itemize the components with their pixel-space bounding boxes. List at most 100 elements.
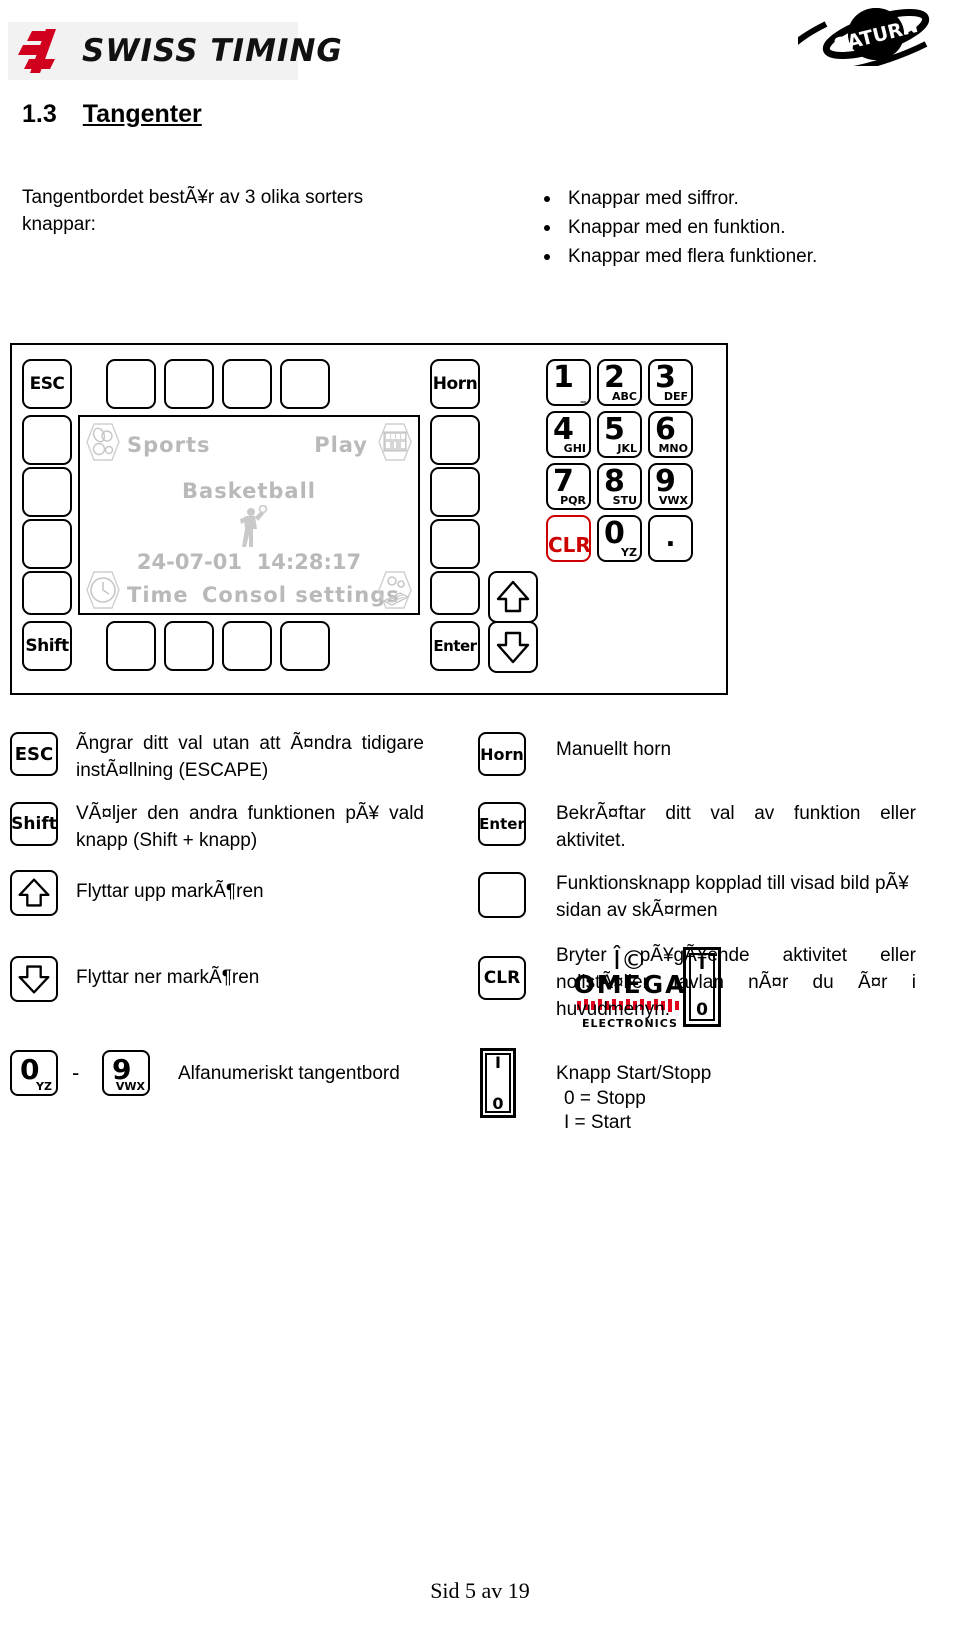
power-switch-icon-off: 0 xyxy=(492,1094,504,1113)
key-soft-right-2[interactable] xyxy=(430,467,480,517)
key-enter-icon[interactable]: Enter xyxy=(478,802,526,846)
lcd-date: 24-07-01 xyxy=(136,550,242,574)
legend-desc-enter: BekrÃ¤ftar ditt val av funktion eller ak… xyxy=(556,803,916,851)
lcd-time-value: 14:28:17 xyxy=(256,550,362,574)
key-num-2-sub: ABC xyxy=(612,390,637,403)
key-num-0-sub: YZ xyxy=(621,546,637,559)
key-num-0-icon[interactable]: 0 YZ xyxy=(10,1050,58,1096)
key-soft-top-2[interactable] xyxy=(164,359,214,409)
lcd-datetime: 24-07-01 14:28:17 xyxy=(80,550,418,574)
legend-desc-arrow-down: Flyttar ner markÃ¶ren xyxy=(76,967,260,988)
key-num-6[interactable]: 6 MNO xyxy=(648,411,693,458)
key-soft-top-3[interactable] xyxy=(222,359,272,409)
page-footer: Sid 5 av 19 xyxy=(430,1578,530,1603)
key-decimal-point-label: . xyxy=(665,523,676,553)
key-shift[interactable]: Shift xyxy=(22,621,72,671)
legend-desc-esc: Ãngrar ditt val utan att Ã¤ndra tidigare… xyxy=(76,733,424,781)
key-soft-left-2[interactable] xyxy=(22,467,72,517)
key-soft-left-1[interactable] xyxy=(22,415,72,465)
key-esc-icon[interactable]: ESC xyxy=(10,732,58,776)
legend-desc-alphanumeric: Alfanumeriskt tangentbord xyxy=(178,1063,400,1084)
key-num-3[interactable]: 3 DEF xyxy=(648,359,693,406)
key-num-2[interactable]: 2 ABC xyxy=(597,359,642,406)
key-num-1[interactable]: 1 _ xyxy=(546,359,591,406)
power-switch-icon[interactable]: I 0 xyxy=(480,1048,516,1118)
key-clr[interactable]: CLR xyxy=(546,515,591,562)
key-num-9-sub: VWX xyxy=(658,494,688,507)
section-heading: 1.3 Tangenter xyxy=(22,100,202,129)
intro-bullets: Knappar med siffror. Knappar med en funk… xyxy=(522,184,942,271)
key-shift-icon[interactable]: Shift xyxy=(10,802,58,846)
key-enter-icon-label: Enter xyxy=(479,815,525,833)
key-num-3-sub: DEF xyxy=(663,390,688,403)
section-title: Tangenter xyxy=(82,100,202,128)
key-num-8[interactable]: 8 STU xyxy=(597,463,642,510)
key-esc-label: ESC xyxy=(29,374,65,394)
document-page: SWISS TIMING SATURN 1.3 Tangenter Tangent… xyxy=(0,0,960,1626)
key-num-0[interactable]: 0 YZ xyxy=(597,515,642,562)
lcd-time-label: Time xyxy=(127,583,189,607)
key-num-7[interactable]: 7 PQR xyxy=(546,463,591,510)
key-soft-right-4[interactable] xyxy=(430,571,480,615)
sports-ball-icon xyxy=(86,423,120,461)
legend-desc-softkey: Funktionsknapp kopplad till visad bild p… xyxy=(556,873,909,921)
key-shift-label: Shift xyxy=(25,636,69,656)
key-arrow-up[interactable] xyxy=(488,571,538,623)
legend-desc-horn: Manuellt horn xyxy=(556,739,672,760)
legend-desc-arrow-up: Flyttar upp markÃ¶ren xyxy=(76,881,264,902)
lcd-sports-label: Sports xyxy=(127,433,211,457)
key-soft-left-3[interactable] xyxy=(22,519,72,569)
key-soft-icon[interactable] xyxy=(478,872,526,918)
key-num-4[interactable]: 4 GHI xyxy=(546,411,591,458)
key-soft-bottom-4[interactable] xyxy=(280,621,330,671)
key-num-9-icon[interactable]: 9 VWX xyxy=(102,1050,150,1096)
key-num-1-sub: _ xyxy=(580,390,587,403)
key-soft-bottom-2[interactable] xyxy=(164,621,214,671)
key-esc[interactable]: ESC xyxy=(22,359,72,409)
swiss-timing-logo: SWISS TIMING xyxy=(8,22,342,80)
key-clr-icon[interactable]: CLR xyxy=(478,956,526,1000)
key-arrow-down-icon-box[interactable] xyxy=(10,956,58,1002)
key-soft-top-4[interactable] xyxy=(280,359,330,409)
key-soft-right-1[interactable] xyxy=(430,415,480,465)
key-num-4-sub: GHI xyxy=(563,442,586,455)
lcd-screen: Sports Play Basketball 24-07-01 14:28:17… xyxy=(78,415,420,615)
key-arrow-up-icon-box[interactable] xyxy=(10,870,58,916)
key-decimal-point[interactable]: . xyxy=(648,515,693,562)
key-num-5[interactable]: 5 JKL xyxy=(597,411,642,458)
key-num-7-sub: PQR xyxy=(560,494,586,507)
key-clr-label: CLR xyxy=(548,533,591,557)
saturn-logo: SATURN xyxy=(798,8,930,66)
arrow-up-icon xyxy=(496,580,530,613)
lcd-sport-name: Basketball xyxy=(182,479,316,503)
key-soft-bottom-1[interactable] xyxy=(106,621,156,671)
scoreboard-icon xyxy=(378,423,412,461)
basketball-player-icon xyxy=(240,505,268,547)
arrow-down-icon xyxy=(18,965,50,994)
intro-lead: Tangentbordet bestÃ¥r av 3 olika sorters… xyxy=(22,187,364,235)
key-num-9[interactable]: 9 VWX xyxy=(648,463,693,510)
legend-desc-shift: VÃ¤ljer den andra funktionen pÃ¥ vald kn… xyxy=(76,803,424,851)
key-enter[interactable]: Enter xyxy=(430,621,480,671)
power-switch-icon-on: I xyxy=(495,1053,501,1072)
swiss-timing-wordmark: SWISS TIMING xyxy=(82,33,343,69)
key-num-8-sub: STU xyxy=(612,494,637,507)
key-horn[interactable]: Horn xyxy=(430,359,480,409)
arrow-up-icon xyxy=(18,878,50,907)
key-horn-icon[interactable]: Horn xyxy=(478,732,526,776)
key-num-9-icon-sub: VWX xyxy=(115,1080,145,1093)
range-dash: - xyxy=(72,1060,80,1085)
key-arrow-down[interactable] xyxy=(488,621,538,673)
key-soft-right-3[interactable] xyxy=(430,519,480,569)
key-soft-left-4[interactable] xyxy=(22,571,72,615)
legend-desc-clr: Bryter pÃ¥gÃ¥ende aktivitet eller nollst… xyxy=(556,945,916,1020)
swiss-timing-cross-icon xyxy=(18,29,56,73)
key-horn-icon-label: Horn xyxy=(480,744,524,764)
list-item: Knappar med flera funktioner. xyxy=(522,242,942,271)
keyboard-diagram: ESC Shift Sports Play Basketball 24-07-0… xyxy=(10,343,728,1030)
legend-desc-power-line3: I = Start xyxy=(564,1112,632,1133)
key-soft-bottom-3[interactable] xyxy=(222,621,272,671)
key-num-5-sub: JKL xyxy=(617,442,637,455)
key-soft-top-1[interactable] xyxy=(106,359,156,409)
section-number: 1.3 xyxy=(22,100,57,128)
